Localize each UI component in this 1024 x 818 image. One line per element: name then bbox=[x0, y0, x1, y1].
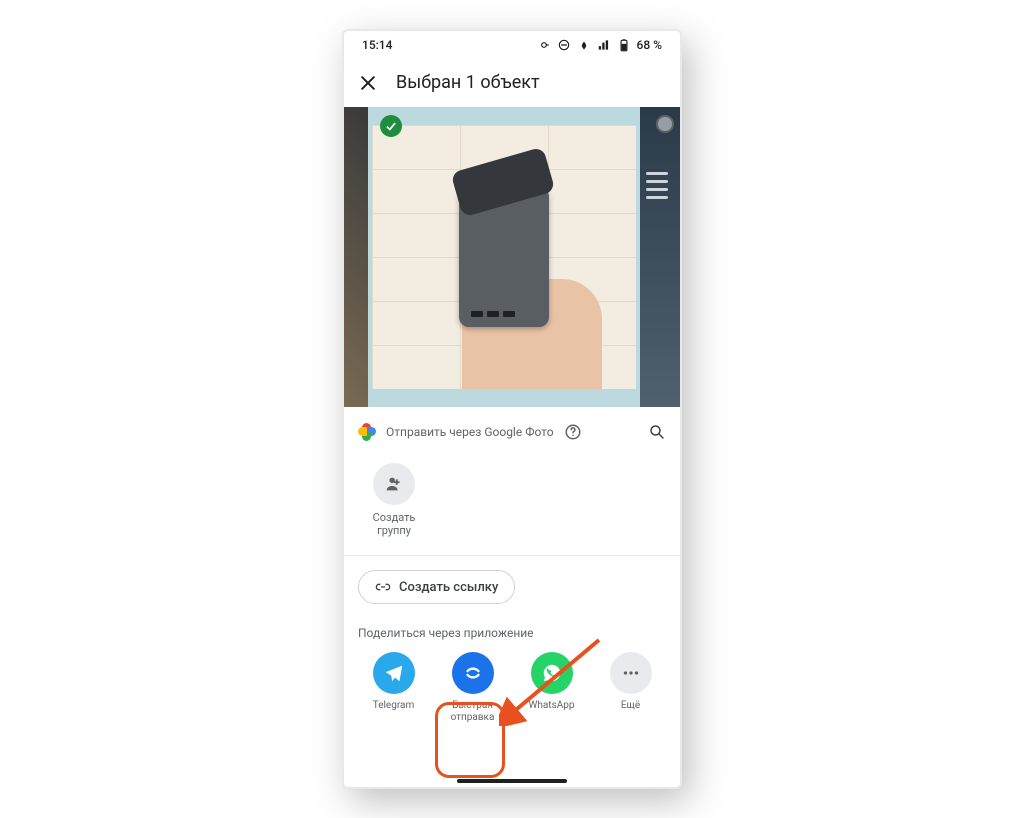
thumbnail-selected[interactable] bbox=[372, 125, 636, 389]
divider bbox=[344, 555, 680, 556]
app-label-more: Ещё bbox=[621, 700, 640, 712]
vpn-icon bbox=[537, 38, 551, 52]
whatsapp-icon bbox=[531, 652, 573, 694]
nearby-share-icon bbox=[452, 652, 494, 694]
app-label-nearby: Быстрая отправка bbox=[438, 700, 508, 723]
status-icons: 68 % bbox=[537, 38, 662, 52]
share-header-label: Отправить через Google Фото bbox=[386, 425, 554, 439]
image-strip[interactable] bbox=[344, 107, 680, 407]
thumbnail-next[interactable] bbox=[640, 107, 680, 407]
app-row: Telegram Быстрая отправка WhatsApp bbox=[344, 646, 680, 737]
create-link-button[interactable]: Создать ссылку bbox=[358, 570, 515, 604]
dnd-icon bbox=[557, 38, 571, 52]
contacts-row: Создать группу bbox=[344, 451, 680, 545]
share-app-whatsapp[interactable]: WhatsApp bbox=[517, 652, 587, 723]
battery-icon bbox=[617, 38, 631, 52]
phone-frame: 15:14 68 % Выбран 1 объект bbox=[342, 29, 682, 789]
more-icon bbox=[610, 652, 652, 694]
select-circle-icon[interactable] bbox=[656, 115, 674, 133]
search-icon[interactable] bbox=[648, 423, 666, 441]
app-label-telegram: Telegram bbox=[373, 700, 415, 712]
share-header: Отправить через Google Фото bbox=[344, 413, 680, 451]
selected-check-icon[interactable] bbox=[380, 115, 402, 137]
status-time: 15:14 bbox=[362, 38, 392, 52]
share-app-more[interactable]: Ещё bbox=[596, 652, 666, 723]
share-app-nearby[interactable]: Быстрая отправка bbox=[438, 652, 508, 723]
share-app-telegram[interactable]: Telegram bbox=[359, 652, 429, 723]
create-group-label: Создать группу bbox=[362, 511, 426, 537]
app-header: Выбран 1 объект bbox=[344, 59, 680, 107]
group-add-icon bbox=[373, 463, 415, 505]
app-label-whatsapp: WhatsApp bbox=[528, 700, 574, 712]
create-group-button[interactable]: Создать группу bbox=[362, 463, 426, 537]
status-bar: 15:14 68 % bbox=[344, 31, 680, 59]
wifi-icon bbox=[577, 38, 591, 52]
signal-icon bbox=[597, 38, 611, 52]
thumbnail-prev[interactable] bbox=[344, 107, 368, 407]
google-photos-icon bbox=[358, 423, 376, 441]
close-icon[interactable] bbox=[358, 73, 378, 93]
telegram-icon bbox=[373, 652, 415, 694]
battery-percent: 68 % bbox=[637, 38, 662, 52]
link-icon bbox=[375, 579, 391, 595]
page-title: Выбран 1 объект bbox=[396, 72, 540, 93]
share-sheet: Отправить через Google Фото Соз bbox=[344, 407, 680, 737]
help-icon[interactable] bbox=[564, 423, 582, 441]
create-link-label: Создать ссылку bbox=[399, 580, 498, 595]
nav-bar-pill[interactable] bbox=[457, 779, 567, 783]
share-via-app-label: Поделиться через приложение bbox=[344, 608, 680, 646]
